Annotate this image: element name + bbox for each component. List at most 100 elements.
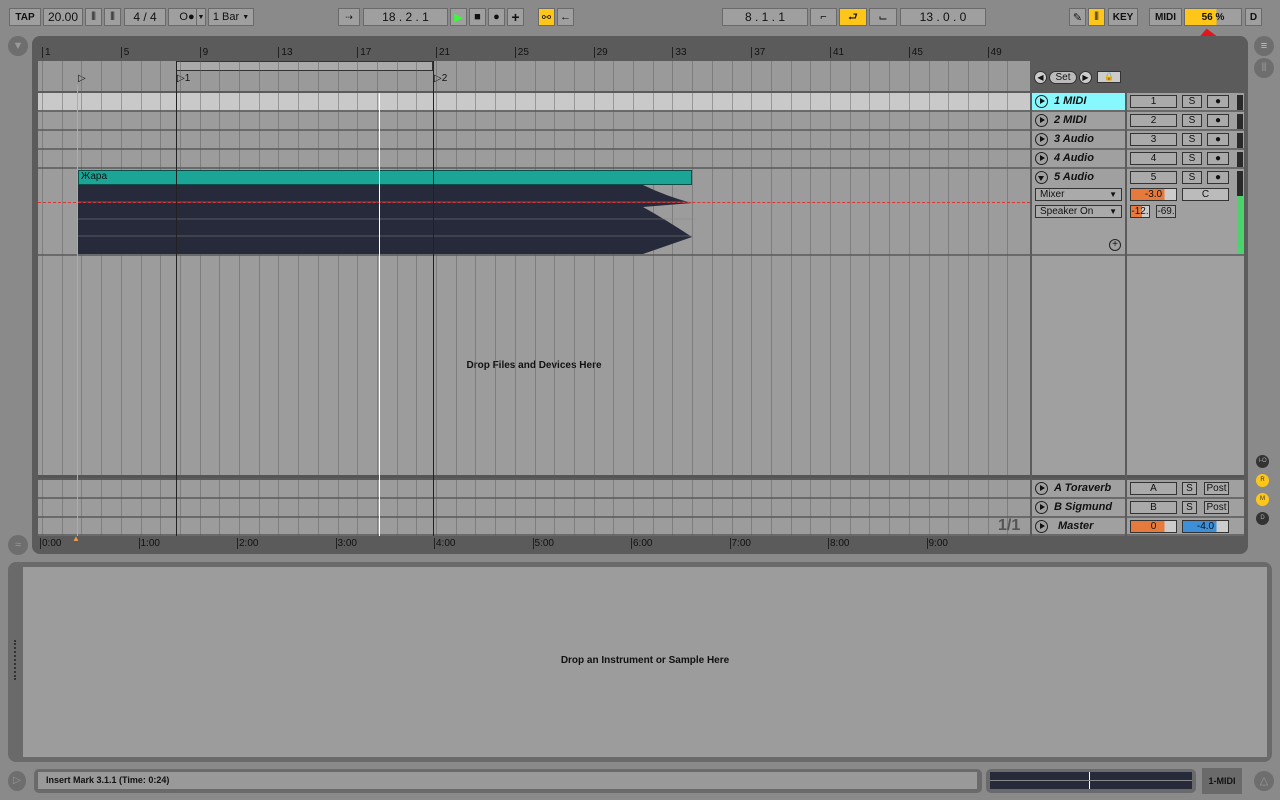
session-view-icon[interactable]: ⦀: [1254, 58, 1274, 78]
loop-switch-button[interactable]: ⮐: [839, 8, 867, 26]
previous-locator-button[interactable]: ◀: [1034, 71, 1047, 84]
automation-line[interactable]: [38, 202, 1030, 203]
fold-icon[interactable]: [1035, 171, 1048, 184]
play-icon[interactable]: [1035, 501, 1048, 514]
master-volume[interactable]: -4.0: [1182, 520, 1229, 533]
return-a-activator[interactable]: A: [1130, 482, 1177, 495]
tempo-nudge-up-button[interactable]: ⦀: [104, 8, 121, 26]
hide-browser-icon[interactable]: ▼: [8, 36, 28, 56]
return-b-solo[interactable]: S: [1182, 501, 1197, 514]
time-signature-field[interactable]: 4 / 4: [124, 8, 166, 26]
metronome-dropdown-icon[interactable]: ▼: [196, 8, 206, 26]
play-icon[interactable]: [1035, 114, 1048, 127]
set-locator-button[interactable]: Set: [1049, 71, 1077, 84]
tempo-nudge-down-button[interactable]: ⦀: [85, 8, 102, 26]
track-activator-3[interactable]: 3: [1130, 133, 1177, 146]
punch-in-button[interactable]: ⌐: [810, 8, 837, 26]
arm-button-1[interactable]: ●: [1207, 95, 1229, 108]
tempo-field[interactable]: 20.00: [43, 8, 83, 26]
play-icon[interactable]: [1035, 152, 1048, 165]
audio-clip-header[interactable]: Жара: [78, 170, 692, 185]
solo-button-5[interactable]: S: [1182, 171, 1202, 184]
send-b-slider[interactable]: -69.: [1156, 205, 1176, 218]
pan-knob[interactable]: C: [1182, 188, 1229, 201]
return-header-a[interactable]: A Toraverb: [1032, 480, 1125, 499]
track-header-1-midi[interactable]: 1 MIDI: [1032, 93, 1125, 112]
return-a-solo[interactable]: S: [1182, 482, 1197, 495]
show-info-icon[interactable]: ▷: [8, 771, 26, 791]
track-header-4-audio[interactable]: 4 Audio: [1032, 150, 1125, 169]
overdub-button[interactable]: +: [507, 8, 524, 26]
input-type-dropdown[interactable]: Mixer ▼: [1035, 188, 1122, 201]
arm-button-5[interactable]: ●: [1207, 171, 1229, 184]
return-header-b[interactable]: B Sigmund: [1032, 499, 1125, 518]
play-icon[interactable]: [1035, 520, 1048, 533]
song-position-field[interactable]: 18 . 2 . 1: [363, 8, 448, 26]
locator-1[interactable]: ▷1: [177, 73, 190, 84]
time-ruler[interactable]: 0:00 1:00 2:00 3:00 4:00 5:00 6:00 7:00 8:00 9:00: [38, 536, 1030, 552]
draw-mode-pencil-icon[interactable]: ✎: [1069, 8, 1086, 26]
next-locator-button[interactable]: ▶: [1079, 71, 1092, 84]
arm-button-4[interactable]: ●: [1207, 152, 1229, 165]
track-lane-4-audio[interactable]: [38, 150, 1030, 169]
toggle-m-button[interactable]: M: [1256, 493, 1269, 506]
audio-clip-waveform[interactable]: [78, 185, 692, 254]
arm-button-2[interactable]: ●: [1207, 114, 1229, 127]
track-lane-1-midi[interactable]: [38, 93, 1030, 112]
track-lane-2-midi[interactable]: [38, 112, 1030, 131]
play-button[interactable]: ▶: [450, 8, 467, 26]
master-lane[interactable]: [38, 518, 1030, 536]
toggle-i-o-button[interactable]: I-O: [1256, 455, 1269, 468]
resize-handle[interactable]: [14, 640, 17, 680]
track-activator-2[interactable]: 2: [1130, 114, 1177, 127]
computer-midi-keyboard-icon[interactable]: ⦀: [1088, 8, 1105, 26]
overview-toggle-icon[interactable]: ≈: [8, 535, 28, 555]
tap-button[interactable]: TAP: [9, 8, 41, 26]
bar-ruler[interactable]: 1 5 9 13 17 21 25 29 33 37 41 45 49: [38, 44, 1030, 60]
show-detail-icon[interactable]: △: [1254, 771, 1274, 791]
add-lane-icon[interactable]: +: [1109, 239, 1121, 251]
send-a-slider[interactable]: -12.: [1130, 205, 1150, 218]
play-icon[interactable]: [1035, 482, 1048, 495]
volume-slider[interactable]: -3.0: [1130, 188, 1177, 201]
lock-icon[interactable]: 🔒: [1097, 71, 1121, 83]
toggle-r-button[interactable]: R: [1256, 474, 1269, 487]
locator-2[interactable]: ▷2: [434, 73, 447, 84]
solo-button-1[interactable]: S: [1182, 95, 1202, 108]
back-to-arrangement-button[interactable]: ←: [557, 8, 574, 26]
return-b-activator[interactable]: B: [1130, 501, 1177, 514]
input-channel-dropdown[interactable]: Speaker On ▼: [1035, 205, 1122, 218]
track-header-3-audio[interactable]: 3 Audio: [1032, 131, 1125, 150]
punch-out-button[interactable]: ⌙: [869, 8, 897, 26]
return-lane-a[interactable]: [38, 480, 1030, 499]
midi-map-button[interactable]: MIDI: [1149, 8, 1182, 26]
quantize-dropdown[interactable]: 1 Bar ▼: [208, 8, 254, 26]
key-map-button[interactable]: KEY: [1108, 8, 1138, 26]
loop-brace[interactable]: [176, 61, 433, 71]
toggle-d-button[interactable]: D: [1256, 512, 1269, 525]
play-icon[interactable]: [1035, 133, 1048, 146]
return-a-post[interactable]: Post: [1204, 482, 1229, 495]
play-icon[interactable]: [1035, 95, 1048, 108]
follow-button[interactable]: ⇢: [338, 8, 360, 26]
track-activator-4[interactable]: 4: [1130, 152, 1177, 165]
arm-button-3[interactable]: ●: [1207, 133, 1229, 146]
master-header[interactable]: Master: [1032, 518, 1125, 536]
stop-button[interactable]: ■: [469, 8, 486, 26]
loop-start-field[interactable]: 8 . 1 . 1: [722, 8, 808, 26]
overview-waveform[interactable]: [990, 772, 1192, 789]
cue-volume[interactable]: 0: [1130, 520, 1177, 533]
track-header-2-midi[interactable]: 2 MIDI: [1032, 112, 1125, 131]
automation-arm-icon[interactable]: ⚯: [538, 8, 555, 26]
loop-length-field[interactable]: 13 . 0 . 0: [900, 8, 986, 26]
return-lane-b[interactable]: [38, 499, 1030, 518]
track-activator-5[interactable]: 5: [1130, 171, 1177, 184]
solo-button-4[interactable]: S: [1182, 152, 1202, 165]
track-activator-1[interactable]: 1: [1130, 95, 1177, 108]
solo-button-2[interactable]: S: [1182, 114, 1202, 127]
record-button[interactable]: ●: [488, 8, 505, 26]
track-lane-3-audio[interactable]: [38, 131, 1030, 150]
return-b-post[interactable]: Post: [1204, 501, 1229, 514]
solo-button-3[interactable]: S: [1182, 133, 1202, 146]
arrangement-view-icon[interactable]: ≡: [1254, 36, 1274, 56]
